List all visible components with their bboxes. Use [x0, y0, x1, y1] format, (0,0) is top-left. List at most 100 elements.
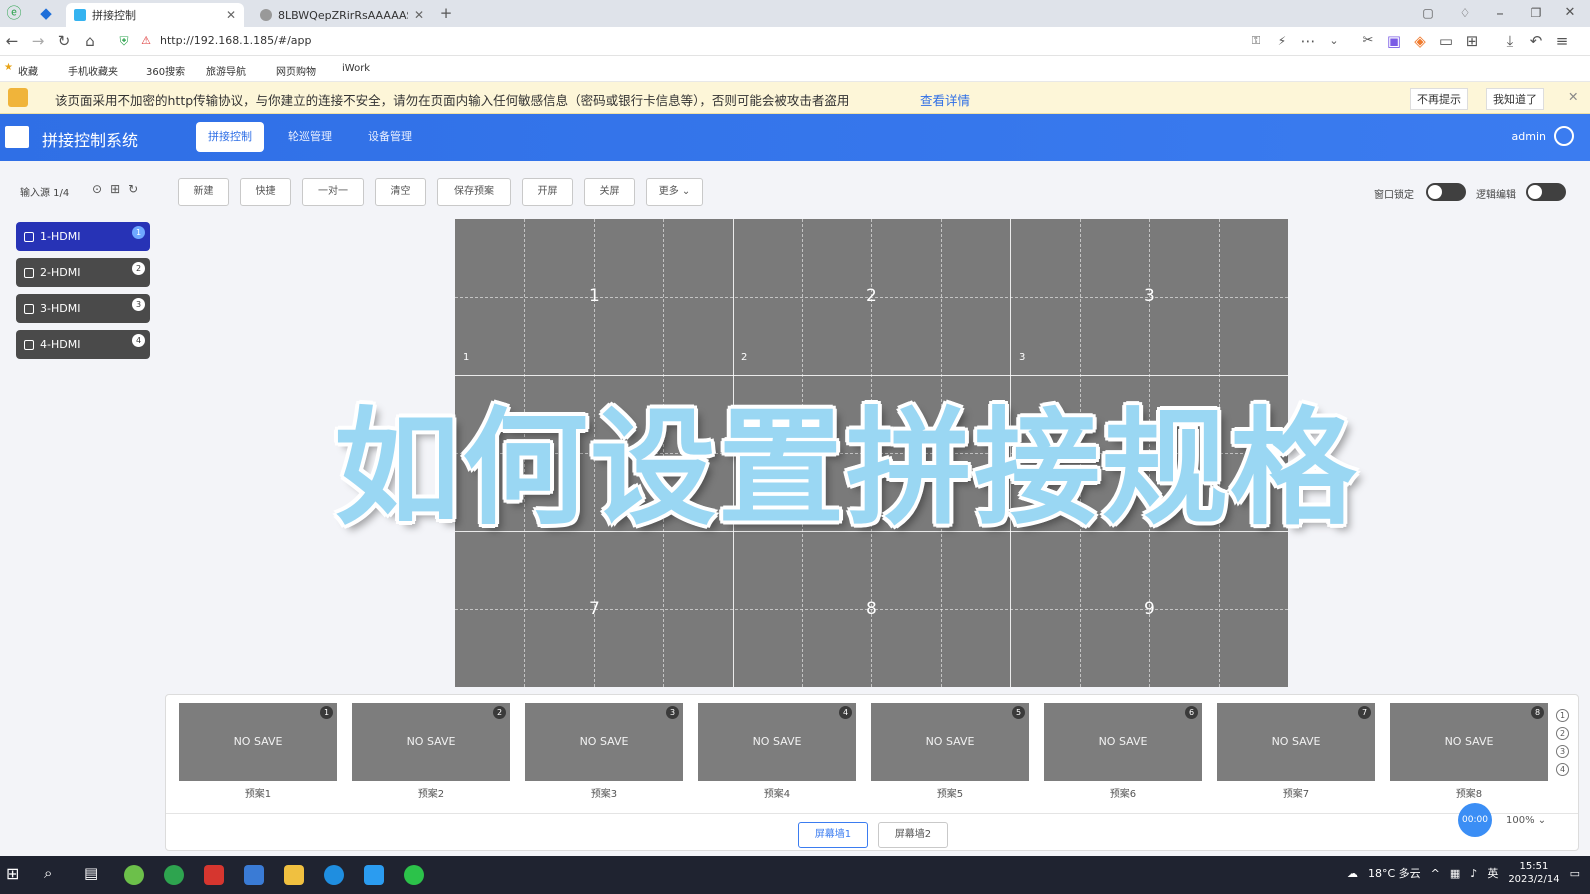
shirt-icon[interactable]: ♢ [1455, 3, 1475, 23]
ime-indicator[interactable]: 英 [1487, 865, 1498, 881]
undo-icon[interactable]: ↶ [1526, 31, 1546, 51]
security-shield-icon[interactable]: ⛨ [114, 31, 134, 51]
game-icon[interactable]: ◈ [1410, 31, 1430, 51]
preset-page-4[interactable]: 4 [1556, 763, 1569, 776]
store-icon[interactable] [364, 865, 384, 885]
source-item-1[interactable]: 1-HDMI 1 [16, 222, 150, 251]
source-item-4[interactable]: 4-HDMI 4 [16, 330, 150, 359]
folder-icon[interactable] [284, 865, 304, 885]
settings-icon[interactable] [244, 865, 264, 885]
bookmark-item[interactable]: iWork [342, 63, 370, 74]
more-dropdown[interactable]: 更多 ⌄ [646, 178, 703, 206]
network-icon[interactable]: ▦ [1450, 867, 1460, 880]
logic-edit-toggle[interactable] [1526, 183, 1566, 201]
preset-slot[interactable]: NO SAVE 5 [871, 703, 1029, 781]
details-link[interactable]: 查看详情 [920, 90, 970, 109]
recording-timer[interactable]: 00:00 [1458, 803, 1492, 837]
volume-icon[interactable]: ♪ [1470, 867, 1477, 880]
preset-name: 预案5 [936, 789, 964, 800]
play-icon[interactable]: ⊙ [92, 182, 102, 196]
grid-icon[interactable]: ⊞ [110, 182, 120, 196]
preset-slot[interactable]: NO SAVE 8 [1390, 703, 1548, 781]
tab-close-icon[interactable]: ✕ [226, 8, 236, 22]
bookmark-item[interactable]: 手机收藏夹 [68, 63, 118, 78]
user-menu[interactable]: admin [1512, 126, 1574, 146]
preset-page-3[interactable]: 3 [1556, 745, 1569, 758]
preset-slot[interactable]: NO SAVE 4 [698, 703, 856, 781]
got-it-button[interactable]: 我知道了 [1486, 88, 1544, 110]
preset-slot[interactable]: NO SAVE 7 [1217, 703, 1375, 781]
tray-expand-icon[interactable]: ^ [1431, 867, 1440, 880]
shield-icon[interactable]: ◆ [36, 3, 56, 23]
window-lock-toggle[interactable] [1426, 183, 1466, 201]
screen-off-button[interactable]: 关屏 [584, 178, 635, 206]
preset-slot[interactable]: NO SAVE 1 [179, 703, 337, 781]
preset-slot[interactable]: NO SAVE 6 [1044, 703, 1202, 781]
save-preset-button[interactable]: 保存预案 [437, 178, 511, 206]
key-icon[interactable]: ⚿ [1246, 31, 1266, 51]
task-view-icon[interactable]: ▤ [84, 864, 98, 882]
extension-icon[interactable]: ▣ [1384, 31, 1404, 51]
more-icon[interactable]: ⋯ [1298, 31, 1318, 51]
dont-remind-button[interactable]: 不再提示 [1410, 88, 1468, 110]
new-button[interactable]: 新建 [178, 178, 229, 206]
window-lock-label: 窗口锁定 [1374, 190, 1414, 201]
tab-active[interactable]: 拼接控制 ✕ [66, 3, 244, 27]
notification-icon[interactable]: ▭ [1570, 867, 1580, 880]
tab-patrol-management[interactable]: 轮巡管理 [276, 122, 344, 152]
close-window-icon[interactable]: ✕ [1560, 3, 1580, 23]
preset-page-1[interactable]: 1 [1556, 709, 1569, 722]
tab-close-icon[interactable]: ✕ [414, 8, 424, 22]
source-item-2[interactable]: 2-HDMI 2 [16, 258, 150, 287]
app-title: 拼接控制系统 [42, 131, 139, 150]
edge-icon[interactable] [324, 865, 344, 885]
preset-page-2[interactable]: 2 [1556, 727, 1569, 740]
browser-icon[interactable] [164, 865, 184, 885]
refresh-icon[interactable]: ↻ [128, 182, 138, 196]
url-field[interactable]: http://192.168.1.185/#/app [160, 34, 312, 47]
scissors-icon[interactable]: ✂ [1358, 31, 1378, 51]
bookmark-item[interactable]: 网页购物 [276, 63, 316, 78]
lightning-icon[interactable]: ⚡ [1272, 31, 1292, 51]
monitor-icon [24, 267, 34, 278]
wechat-icon[interactable] [404, 865, 424, 885]
search-icon[interactable]: ⌕ [44, 864, 52, 882]
clear-button[interactable]: 清空 [375, 178, 426, 206]
apps-grid-icon[interactable]: ⊞ [1462, 31, 1482, 51]
tab-inactive[interactable]: 8LBWQepZRirRsAAAAAS ✕ [252, 3, 432, 27]
back-icon[interactable]: ← [2, 31, 22, 51]
security-warning-bar: 该页面采用不加密的http传输协议，与你建立的连接不安全，请勿在页面内输入任何敏… [0, 82, 1590, 114]
chevron-down-icon[interactable]: ⌄ [1324, 31, 1344, 51]
minimize-icon[interactable]: – [1490, 3, 1510, 23]
home-icon[interactable]: ⌂ [80, 31, 100, 51]
restore-icon[interactable]: ❐ [1526, 3, 1546, 23]
tab-splice-control[interactable]: 拼接控制 [196, 122, 264, 152]
screen-icon[interactable]: ▭ [1436, 31, 1456, 51]
clock[interactable]: 15:51 2023/2/14 [1508, 860, 1559, 886]
weather-text[interactable]: 18°C 多云 [1368, 865, 1421, 881]
wps-icon[interactable] [204, 865, 224, 885]
zoom-level[interactable]: 100% ⌄ [1506, 815, 1546, 826]
app-360-icon[interactable] [124, 865, 144, 885]
close-warning-icon[interactable]: ✕ [1568, 89, 1578, 104]
wall-tab-2[interactable]: 屏幕墙2 [878, 822, 948, 848]
download-icon[interactable]: ⤓ [1500, 31, 1520, 51]
one-to-one-button[interactable]: 一对一 [302, 178, 364, 206]
windows-start-icon[interactable]: ⊞ [6, 864, 19, 883]
sidebar-toggle-icon[interactable]: ▢ [1418, 3, 1438, 23]
new-tab-icon[interactable]: + [436, 3, 456, 23]
reload-icon[interactable]: ↻ [54, 31, 74, 51]
screen-on-button[interactable]: 开屏 [522, 178, 573, 206]
insecure-lock-icon[interactable]: ⚠ [136, 31, 156, 51]
wall-tab-1[interactable]: 屏幕墙1 [798, 822, 868, 848]
forward-icon[interactable]: → [28, 31, 48, 51]
preset-slot[interactable]: NO SAVE 2 [352, 703, 510, 781]
preset-slot[interactable]: NO SAVE 3 [525, 703, 683, 781]
tab-device-management[interactable]: 设备管理 [356, 122, 424, 152]
source-item-3[interactable]: 3-HDMI 3 [16, 294, 150, 323]
bookmark-item[interactable]: 旅游导航 [206, 63, 246, 78]
bookmark-item[interactable]: 收藏 [18, 63, 38, 78]
quick-button[interactable]: 快捷 [240, 178, 291, 206]
bookmark-item[interactable]: 360搜索 [146, 63, 185, 78]
menu-icon[interactable]: ≡ [1552, 31, 1572, 51]
